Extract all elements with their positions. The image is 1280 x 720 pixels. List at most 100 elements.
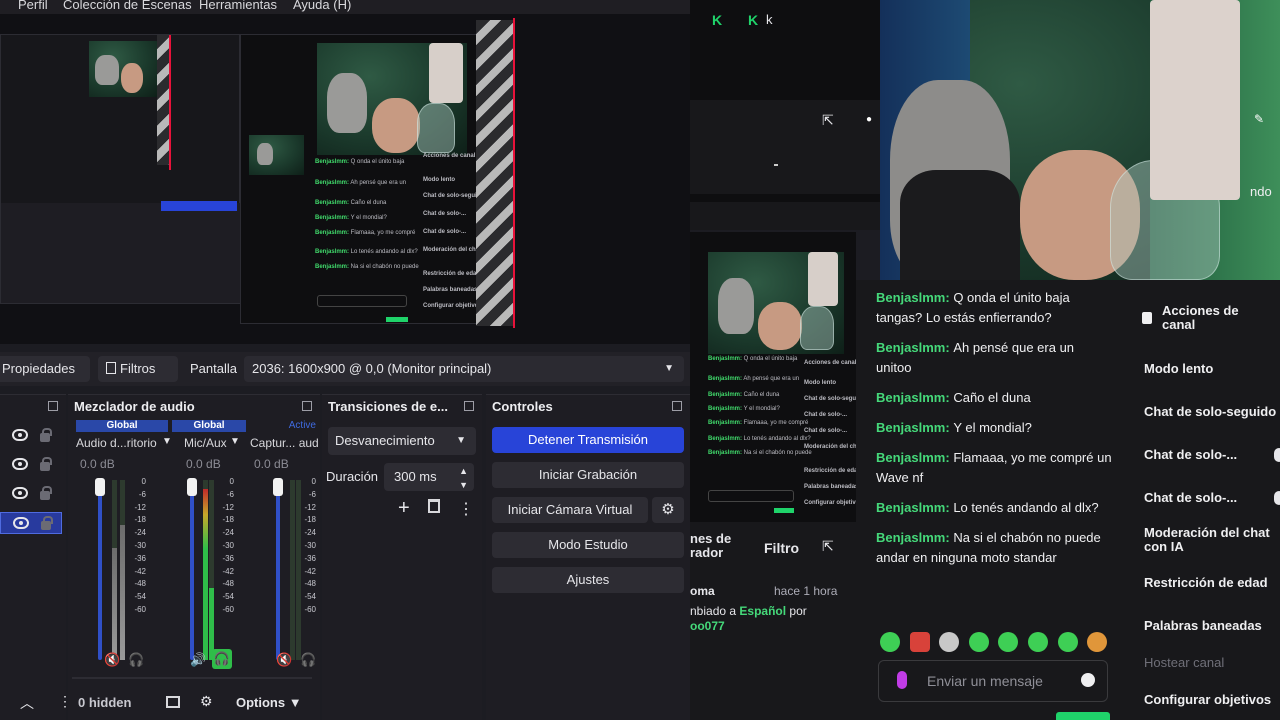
source-bound-line [513,18,515,328]
chat-send-button[interactable] [1056,712,1110,720]
popout-icon[interactable]: ⇱ [822,538,834,555]
chat-input[interactable]: Enviar un mensaje [878,660,1108,702]
microphone-icon[interactable] [897,671,907,689]
filter-button[interactable]: Filtro [764,540,799,556]
popout-icon[interactable]: ⇱ [822,112,834,129]
speaker-muted-icon[interactable]: 🔇 [276,652,292,668]
emote-only-toggle[interactable] [1274,491,1280,505]
audio-channel-capture: Active Captur... aud 0.0 dB 0 -6 -12 -18 -24… [250,420,320,672]
volume-slider[interactable] [190,480,194,660]
action-followers-only[interactable]: Chat de solo-seguido [1144,404,1276,419]
side-partial-text: ndo [1250,184,1272,199]
studio-mode-button[interactable]: Modo Estudio [492,532,684,558]
monitor-value: 2036: 1600x900 @ 0,0 (Monitor principal) [252,361,492,376]
lock-icon[interactable] [40,486,52,500]
dock-float-icon[interactable] [48,401,58,411]
headphones-icon[interactable]: 🎧 [128,652,144,668]
eye-icon[interactable] [12,487,28,499]
action-slow-mode[interactable]: Modo lento [1144,361,1213,376]
lock-icon[interactable] [41,516,53,530]
speaker-icon[interactable]: 🔊 [190,652,206,668]
action-emote-only[interactable]: Chat de solo-... [1144,490,1237,505]
menu-tools[interactable]: Herramientas [199,0,277,12]
transition-select[interactable]: Desvanecimiento ▼ [328,427,476,455]
edit-icon[interactable]: ✎ [1254,112,1264,126]
speaker-muted-icon[interactable]: 🔇 [104,652,120,668]
list-icon[interactable] [166,696,180,708]
trash-icon[interactable] [428,499,440,513]
chat-bubble-icon[interactable]: ● [866,114,872,125]
virtual-camera-gear-icon[interactable]: ⚙ [652,497,684,523]
source-row-selected[interactable] [0,512,62,534]
gear-icon[interactable]: ⚙ [200,693,213,710]
source-row[interactable] [0,454,62,476]
twitch-mini-capture: Benjaslmm: Q onda el únito baja Benjaslm… [690,232,856,522]
menu-bar: Perfil Colección de Escenas Herramientas… [0,0,690,14]
subs-only-toggle[interactable] [1274,448,1280,462]
twitch-top-area [690,40,880,100]
level-meter [209,480,214,660]
eye-icon[interactable] [13,517,29,529]
emote-icon[interactable] [998,632,1018,652]
menu-perfil[interactable]: Perfil [18,0,48,12]
stop-stream-button[interactable]: Detener Transmisión [492,427,684,453]
chat-message: Benjaslmm: Ah pensé que era un unitoo [876,340,1075,375]
chevron-down-icon[interactable]: ▼ [162,436,172,447]
emote-icon[interactable] [939,632,959,652]
chevron-up-icon[interactable]: ︿ [20,693,34,713]
emote-icon[interactable] [1058,632,1078,652]
eye-icon[interactable] [12,458,28,470]
action-host-channel: Hostear canal [1144,655,1225,670]
emote-icon[interactable] [969,632,989,652]
activity-by: oo077 [690,619,725,633]
channel-actions-title: Acciones de canal [1162,303,1239,332]
properties-button[interactable]: Propiedades [0,356,90,382]
duration-input[interactable]: 300 ms ▲ ▼ [384,463,474,491]
monitor-select[interactable]: 2036: 1600x900 @ 0,0 (Monitor principal)… [244,356,684,382]
dock-float-icon[interactable] [464,401,474,411]
volume-slider-knob[interactable] [273,478,283,496]
source-row[interactable] [0,425,62,447]
transition-value: Desvanecimiento [335,433,435,448]
menu-scene-collection[interactable]: Colección de Escenas [63,0,192,12]
volume-slider[interactable] [276,480,280,660]
twitch-header: K K k [690,0,880,40]
action-subs-only[interactable]: Chat de solo-... [1144,447,1237,462]
hidden-count: 0 hidden [78,695,132,710]
emote-icon[interactable] [1087,632,1107,652]
dock-float-icon[interactable] [672,401,682,411]
obs-preview[interactable]: Benjaslmm: Q onda el únito baja Benjaslm… [0,14,690,344]
start-recording-button[interactable]: Iniciar Grabación [492,462,684,488]
emote-icon[interactable] [1028,632,1048,652]
controls-title: Controles [492,399,553,414]
volume-slider-knob[interactable] [95,478,105,496]
emote-icon[interactable] [910,632,930,652]
settings-button[interactable]: Ajustes [492,567,684,593]
level-meter [112,480,117,660]
chevron-down-icon[interactable]: ▼ [230,436,240,447]
emoji-icon[interactable] [1081,673,1095,687]
eye-icon[interactable] [12,429,28,441]
action-age-restriction[interactable]: Restricción de edad [1144,575,1268,590]
start-virtual-camera-button[interactable]: Iniciar Cámara Virtual [492,497,648,523]
filters-button[interactable]: Filtros [98,356,178,382]
volume-slider[interactable] [98,480,102,660]
activity-time: hace 1 hora [774,584,838,598]
source-row[interactable] [0,483,62,505]
add-icon[interactable]: + [398,497,410,520]
emote-icon[interactable] [880,632,900,652]
lock-icon[interactable] [40,457,52,471]
action-goals[interactable]: Configurar objetivos [1144,692,1271,707]
more-icon[interactable]: ⋮ [458,499,474,519]
headphones-icon[interactable]: 🎧 [300,652,316,668]
headphones-icon[interactable]: 🎧 [212,649,232,669]
webcam-video [880,0,1280,280]
action-banned-words[interactable]: Palabras baneadas [1144,618,1262,633]
stepper-down-icon[interactable]: ▼ [459,471,468,499]
action-ai-moderation[interactable]: Moderación del chat con IA [1144,526,1280,554]
options-button[interactable]: Options ▼ [236,695,302,710]
lock-icon[interactable] [40,428,52,442]
menu-help[interactable]: Ayuda (H) [293,0,351,12]
volume-slider-knob[interactable] [187,478,197,496]
dock-float-icon[interactable] [302,401,312,411]
